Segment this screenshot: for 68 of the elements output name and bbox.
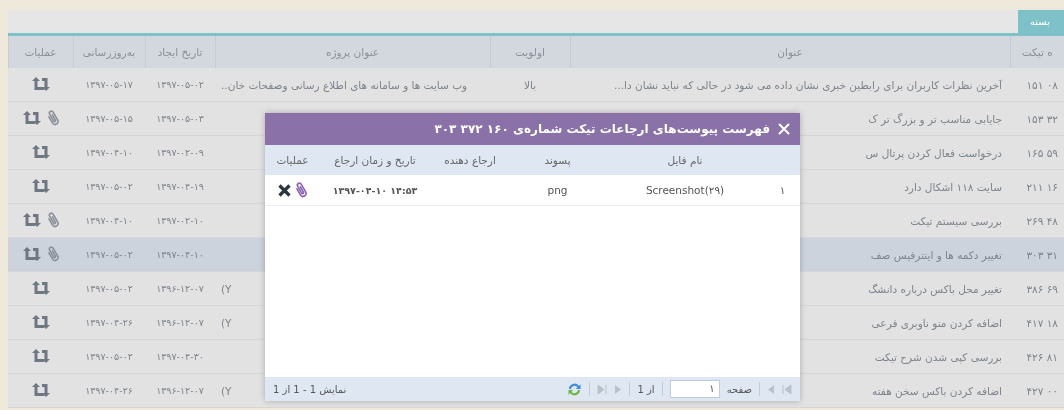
created-date: ۱۳۹۶-۱۲-۰۷: [156, 385, 204, 396]
ticket-number: ۴۱۷ ۱۸: [1026, 316, 1058, 329]
updated-date: ۱۳۹۷-۰۵-۱۵: [85, 113, 133, 124]
updated-date: ۱۳۹۷-۰۴-۲۶: [85, 317, 133, 328]
ticket-title: آخرین نظرات کاربران برای رابطین خبری نشان داده می شود در حالی که نباید نشان دا...: [614, 78, 1002, 91]
column-header[interactable]: پسوند: [544, 154, 571, 166]
project-title: (Y: [221, 384, 232, 397]
ticket-number: ۱۶۵ ۵۹: [1026, 146, 1058, 159]
created-date: ۱۳۹۷-۰۴-۳۰: [156, 351, 204, 362]
project-title: (Y: [221, 282, 232, 295]
ticket-title: جایابی مناسب تر و بزرگ تر ک: [868, 112, 1002, 125]
table-row[interactable]: ۱۵۱ ۰۸ آخرین نظرات کاربران برای رابطین خبری نشان داده می شود در حالی که نباید نشان دا... بالا وب سایت ها و سامانه های اطلاع رسانی وصفحات خان.. ۱۳۹۷-۰۵-۰۲ ۱۳۹۷-۰۵-۱۷: [8, 68, 1064, 102]
tab[interactable]: بسته: [1017, 10, 1064, 33]
created-date: ۱۳۹۷-۰۵-۰۳: [156, 113, 204, 124]
column-header[interactable]: تاریخ ایجاد: [145, 36, 215, 68]
ticket-number: ۴۲۷ ۰۰: [1026, 384, 1058, 397]
updated-date: ۱۳۹۷-۰۵-۰۲: [85, 283, 133, 294]
column-header[interactable]: عملیات: [8, 36, 73, 68]
created-date: ۱۳۹۶-۱۲-۰۷: [156, 283, 204, 294]
updated-date: ۱۳۹۷-۰۴-۱۰: [85, 215, 133, 226]
priority: بالا: [523, 78, 537, 91]
column-header[interactable]: تاریخ و زمان ارجاع: [334, 154, 416, 166]
column-header[interactable]: عنوان پروژه: [215, 36, 490, 68]
ticket-title: سایت ۱۱۸ اشکال دارد: [904, 180, 1002, 193]
column-header[interactable]: عملیات: [276, 154, 309, 166]
updated-date: ۱۳۹۷-۰۵-۰۲: [85, 181, 133, 192]
page-count: از 1: [637, 383, 655, 395]
column-header[interactable]: ارجاع دهنده: [444, 154, 496, 166]
project-title: وب سایت ها و سامانه های اطلاع رسانی وصفحات خان..: [221, 78, 468, 91]
column-header[interactable]: به‌روزرسانی: [73, 36, 145, 68]
updated-date: ۱۳۹۷-۰۴-۲۶: [85, 385, 133, 396]
updated-date: ۱۳۹۷-۰۵-۱۷: [85, 79, 133, 90]
updated-date: ۱۳۹۷-۰۵-۰۲: [85, 351, 133, 362]
created-date: ۱۳۹۷-۰۲-۰۹: [156, 147, 204, 158]
ticket-number: ۳۰۳ ۳۱: [1026, 248, 1058, 261]
record-count: نمایش 1 - 1 از 1: [273, 383, 347, 395]
ticket-number: ۱۵۱ ۰۸: [1026, 78, 1058, 91]
ticket-number: ۲۱۱ ۱۶: [1026, 180, 1058, 193]
ticket-number: ۴۲۶ ۸۱: [1026, 350, 1058, 363]
ticket-title: بررسی کپی شدن شرح تیکت: [874, 350, 1002, 363]
updated-date: ۱۳۹۷-۰۵-۰۲: [85, 249, 133, 260]
ticket-title: اضافه کردن باکس سخن هفته: [872, 384, 1002, 397]
column-header[interactable]: اولویت: [490, 36, 570, 68]
dialog-title: فهرست پیوست‌های ارجاعات تیکت شماره‌ی ۱۶۰ ۳۷۲ ۳۰۳: [434, 122, 770, 136]
page-number-field[interactable]: ۱: [669, 380, 720, 398]
file-name: Screenshot(۲۹): [645, 184, 725, 196]
row-number: ۱: [779, 184, 786, 196]
ticket-number: ۱۵۳ ۳۲: [1026, 112, 1058, 125]
ticket-number: ۲۶۹ ۴۸: [1026, 214, 1058, 227]
created-date: ۱۳۹۶-۱۲-۰۷: [156, 317, 204, 328]
ticket-title: اضافه کردن منو ناوبری فرعی: [871, 316, 1002, 329]
page-label: صفحه: [726, 383, 752, 395]
updated-date: ۱۳۹۷-۰۴-۱۰: [85, 147, 133, 158]
created-date: ۱۳۹۷-۰۴-۱۹: [156, 181, 204, 192]
ticket-title: تغییر دکمه ها و اینترفیس صف: [870, 248, 1002, 261]
referral-datetime: ۱۴:۵۳ ۱۳۹۷-۰۴-۱۰: [332, 184, 418, 196]
ticket-title: بررسی سیستم تیکت: [910, 214, 1002, 227]
column-header[interactable]: عنوان: [570, 36, 1010, 68]
ticket-number: ۳۸۶ ۶۹: [1026, 282, 1058, 295]
ticket-title: درخواست فعال کردن پرتال س: [865, 146, 1002, 159]
created-date: ۱۳۹۷-۰۵-۰۲: [156, 79, 204, 90]
project-title: (Y: [221, 316, 232, 329]
created-date: ۱۳۹۷-۰۴-۱۰: [156, 249, 204, 260]
ticket-title: تغییر محل باکس درباره دانشگ: [867, 282, 1002, 295]
column-header[interactable]: نام فایل: [667, 154, 703, 166]
file-extension: png: [547, 184, 568, 196]
column-header[interactable]: ه تیکت: [1010, 36, 1064, 68]
created-date: ۱۳۹۷-۰۲-۱۰: [156, 215, 204, 226]
